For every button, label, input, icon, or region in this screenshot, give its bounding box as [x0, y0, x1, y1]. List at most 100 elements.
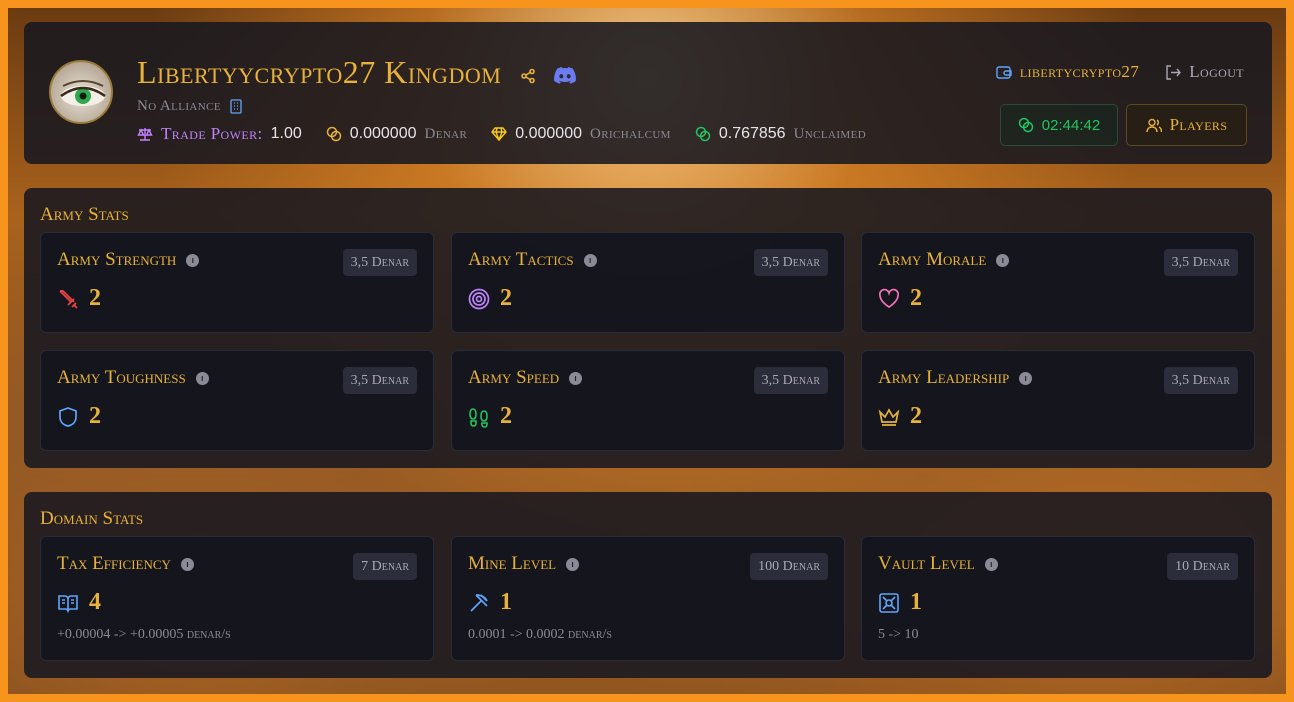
stat-card-tax-efficiency[interactable]: Tax Efficiency i 7 Denar 4 +0.00004 -> +0… — [40, 536, 434, 661]
stat-value: 2 — [89, 403, 101, 429]
stat-card-title: Army Strength i — [57, 249, 200, 271]
stat-name: Army Leadership — [878, 367, 1010, 388]
stat-card-army-speed[interactable]: Army Speed i 3,5 Denar 2 — [451, 350, 845, 451]
upgrade-cost-button[interactable]: 3,5 Denar — [753, 249, 828, 276]
stat-value: 2 — [500, 285, 512, 311]
logout-icon — [1165, 64, 1182, 80]
alliance-label: No Alliance — [137, 98, 221, 114]
stat-value: 1 — [910, 589, 922, 615]
denar-unit: Denar — [424, 125, 468, 142]
upgrade-cost-button[interactable]: 7 Denar — [353, 553, 417, 580]
info-icon[interactable]: i — [996, 253, 1010, 267]
claim-timer-button[interactable]: 02:44:42 — [1000, 104, 1118, 146]
stat-card-title: Tax Efficiency i — [57, 553, 194, 575]
alliance-row: No Alliance — [137, 98, 243, 115]
stat-name: Army Strength — [57, 249, 177, 270]
stat-name: Army Tactics — [468, 249, 574, 270]
army-stats-section: Army Stats Army Strength i 3,5 Denar 2 Ar… — [24, 188, 1272, 468]
users-icon — [1145, 118, 1162, 133]
crown-icon — [878, 406, 900, 428]
logout-link[interactable]: Logout — [1165, 62, 1244, 82]
upgrade-cost-button[interactable]: 3,5 Denar — [753, 367, 828, 394]
stat-value: 2 — [500, 403, 512, 429]
stat-value-row: 2 — [468, 285, 512, 312]
upgrade-cost-button[interactable]: 10 Denar — [1167, 553, 1238, 580]
stat-value: 2 — [89, 285, 101, 311]
stat-value-row: 1 — [468, 589, 512, 616]
resource-denar: 0.000000 Denar — [326, 125, 468, 143]
kingdom-header: Libertyycrypto27 Kingdom No Alliance Tra… — [24, 22, 1272, 164]
scale-icon — [137, 127, 153, 141]
info-icon[interactable]: i — [1019, 371, 1033, 385]
stat-upgrade-preview: 5 -> 10 — [878, 627, 919, 642]
unclaimed-value: 0.767856 — [718, 125, 786, 142]
denar-value: 0.000000 — [349, 125, 417, 142]
wallet-icon — [996, 65, 1012, 80]
stat-value: 2 — [910, 285, 922, 311]
info-icon[interactable]: i — [566, 557, 580, 571]
stat-value: 4 — [89, 589, 101, 615]
discord-icon[interactable] — [554, 67, 577, 84]
pickaxe-icon — [468, 592, 490, 614]
stat-card-army-tactics[interactable]: Army Tactics i 3,5 Denar 2 — [451, 232, 845, 333]
kingdom-title: Libertyycrypto27 Kingdom — [137, 54, 577, 91]
stat-value-row: 2 — [878, 285, 922, 312]
upgrade-cost-button[interactable]: 3,5 Denar — [1163, 249, 1238, 276]
stat-card-title: Army Toughness i — [57, 367, 209, 389]
upgrade-cost-button[interactable]: 3,5 Denar — [342, 367, 417, 394]
trade-power-value: 1.00 — [270, 125, 302, 142]
coins-green-icon — [695, 126, 711, 142]
domain-stats-section: Domain Stats Tax Efficiency i 7 Denar 4 +… — [24, 492, 1272, 678]
trade-power: Trade Power: 1.00 — [137, 124, 302, 144]
stat-upgrade-preview: +0.00004 -> +0.00005 denar/s — [57, 627, 231, 642]
coins-timer-icon — [1018, 117, 1034, 133]
gem-icon — [491, 127, 508, 141]
wallet-link[interactable]: libertycrypto27 — [996, 62, 1139, 82]
stat-card-army-morale[interactable]: Army Morale i 3,5 Denar 2 — [861, 232, 1255, 333]
stat-name: Army Speed — [468, 367, 560, 388]
heart-icon — [878, 288, 900, 310]
stat-value-row: 4 — [57, 589, 101, 616]
stat-name: Tax Efficiency — [57, 553, 171, 574]
players-button[interactable]: Players — [1126, 104, 1247, 146]
stat-value-row: 2 — [878, 403, 922, 430]
coins-icon — [326, 126, 342, 142]
stat-value-row: 2 — [468, 403, 512, 430]
footprints-icon — [468, 406, 490, 428]
domain-stats-title: Domain Stats — [40, 508, 144, 529]
stat-card-title: Army Tactics i — [468, 249, 597, 271]
share-icon[interactable] — [520, 68, 536, 84]
stat-value-row: 2 — [57, 403, 101, 430]
players-label: Players — [1169, 115, 1228, 134]
logout-label: Logout — [1189, 62, 1244, 81]
stat-value-row: 1 — [878, 589, 922, 616]
stat-card-title: Vault Level i — [878, 553, 998, 575]
info-icon[interactable]: i — [186, 253, 200, 267]
info-icon[interactable]: i — [984, 557, 998, 571]
book-icon — [57, 592, 79, 614]
stat-card-mine-level[interactable]: Mine Level i 100 Denar 1 0.0001 -> 0.0002… — [451, 536, 845, 661]
stat-value: 1 — [500, 589, 512, 615]
upgrade-cost-button[interactable]: 100 Denar — [750, 553, 828, 580]
info-icon[interactable]: i — [569, 371, 583, 385]
stat-upgrade-preview: 0.0001 -> 0.0002 denar/s — [468, 627, 612, 642]
info-icon[interactable]: i — [583, 253, 597, 267]
upgrade-cost-button[interactable]: 3,5 Denar — [342, 249, 417, 276]
timer-value: 02:44:42 — [1041, 116, 1101, 134]
stat-card-title: Army Morale i — [878, 249, 1010, 271]
stat-card-army-toughness[interactable]: Army Toughness i 3,5 Denar 2 — [40, 350, 434, 451]
stat-card-army-strength[interactable]: Army Strength i 3,5 Denar 2 — [40, 232, 434, 333]
stat-card-vault-level[interactable]: Vault Level i 10 Denar 1 5 -> 10 — [861, 536, 1255, 661]
header-account: libertycrypto27 Logout — [996, 62, 1244, 82]
info-icon[interactable]: i — [180, 557, 194, 571]
stat-value-row: 2 — [57, 285, 101, 312]
stat-card-title: Army Speed i — [468, 367, 583, 389]
upgrade-cost-button[interactable]: 3,5 Denar — [1163, 367, 1238, 394]
vault-icon — [878, 592, 900, 614]
stat-name: Army Morale — [878, 249, 987, 270]
stat-card-army-leadership[interactable]: Army Leadership i 3,5 Denar 2 — [861, 350, 1255, 451]
shield-icon — [57, 406, 79, 428]
info-icon[interactable]: i — [195, 371, 209, 385]
building-icon[interactable] — [229, 99, 243, 114]
stat-card-title: Army Leadership i — [878, 367, 1033, 389]
